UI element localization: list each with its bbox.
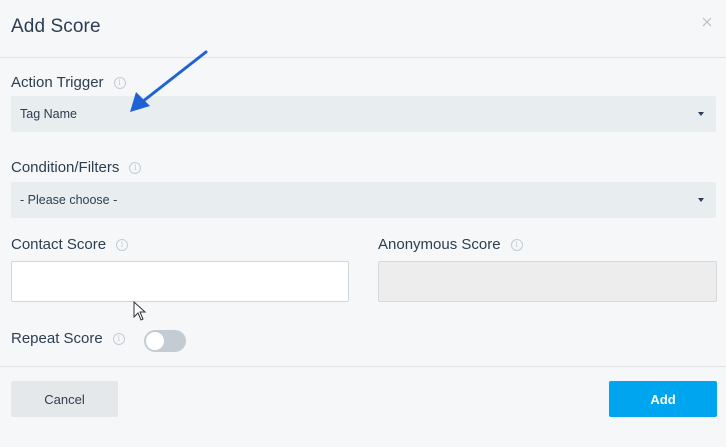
mouse-cursor-icon xyxy=(133,300,147,321)
dialog-title: Add Score xyxy=(11,16,101,37)
repeat-score-toggle[interactable] xyxy=(144,330,186,352)
action-trigger-value: Tag Name xyxy=(20,107,77,121)
anonymous-score-input xyxy=(378,261,717,302)
condition-filters-label: Condition/Filters i xyxy=(11,159,142,176)
toggle-knob xyxy=(146,332,164,350)
cancel-button[interactable]: Cancel xyxy=(11,381,118,417)
close-icon[interactable] xyxy=(701,16,717,32)
anonymous-score-label: Anonymous Score i xyxy=(378,236,523,253)
repeat-score-label-text: Repeat Score xyxy=(11,330,103,347)
condition-filters-value: - Please choose - xyxy=(20,193,118,207)
action-trigger-label-text: Action Trigger xyxy=(11,74,104,91)
contact-score-label-text: Contact Score xyxy=(11,236,107,253)
action-trigger-label: Action Trigger i xyxy=(11,74,126,91)
footer-divider xyxy=(0,366,726,367)
contact-score-label: Contact Score i xyxy=(11,236,129,253)
caret-down-icon xyxy=(698,198,704,202)
add-score-dialog: Add Score Action Trigger i Tag Name Cond… xyxy=(0,0,726,447)
repeat-score-label: Repeat Score i xyxy=(11,330,125,347)
info-icon: i xyxy=(112,332,125,345)
action-trigger-select[interactable]: Tag Name xyxy=(11,96,716,132)
dialog-header: Add Score xyxy=(0,0,726,58)
contact-score-input[interactable] xyxy=(11,261,349,302)
condition-filters-label-text: Condition/Filters xyxy=(11,159,120,176)
add-button[interactable]: Add xyxy=(609,381,717,417)
info-icon: i xyxy=(116,238,129,251)
caret-down-icon xyxy=(698,112,704,116)
anonymous-score-label-text: Anonymous Score xyxy=(378,236,501,253)
condition-filters-select[interactable]: - Please choose - xyxy=(11,182,716,218)
info-icon: i xyxy=(510,238,523,251)
info-icon: i xyxy=(129,161,142,174)
annotation-arrow-icon xyxy=(130,50,208,112)
